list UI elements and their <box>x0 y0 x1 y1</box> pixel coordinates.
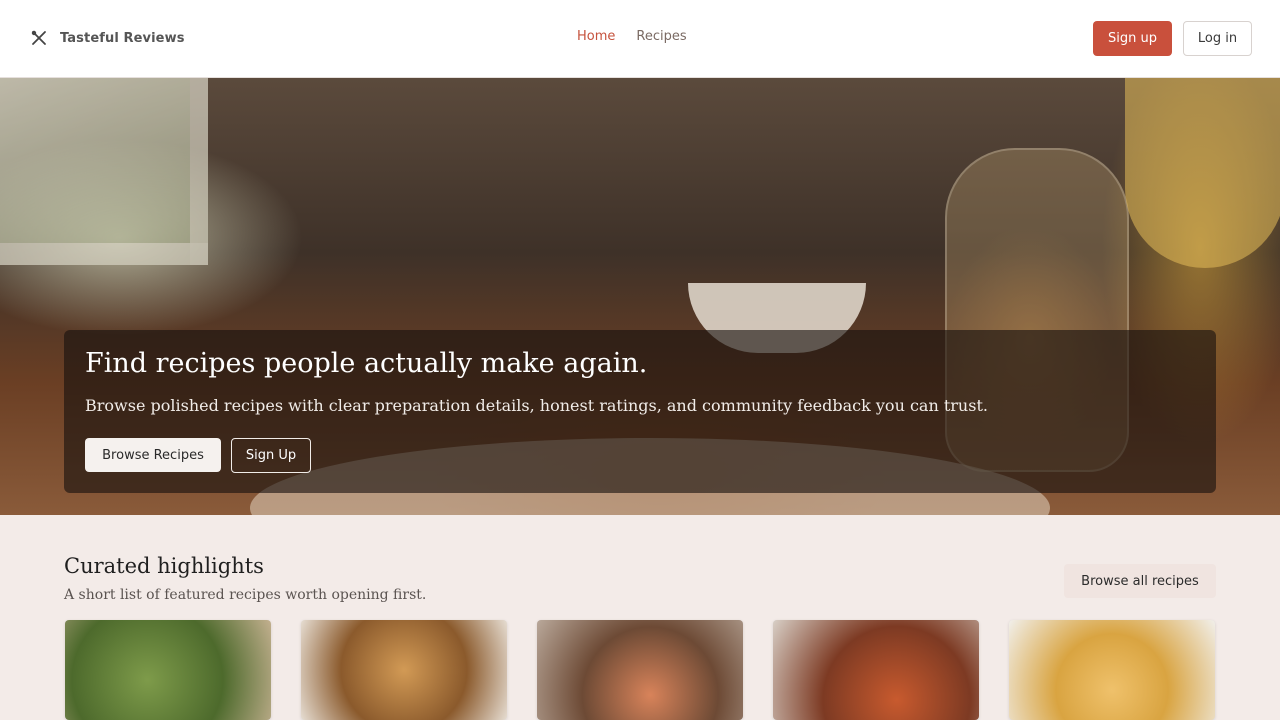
chocolate-chip-cookies-photo <box>301 620 507 720</box>
highlight-cards <box>65 620 1217 720</box>
main-nav: Home Recipes <box>577 29 687 44</box>
hero-background-window <box>0 78 208 265</box>
brand-name: Tasteful Reviews <box>60 30 185 46</box>
utensils-crossed-icon <box>31 30 46 45</box>
recipe-card[interactable] <box>65 620 271 720</box>
highlights-subtitle: A short list of featured recipes worth o… <box>64 587 427 603</box>
signup-button[interactable]: Sign up <box>1093 21 1172 56</box>
recipe-card[interactable] <box>1009 620 1215 720</box>
browse-all-recipes-button[interactable]: Browse all recipes <box>1064 564 1216 598</box>
top-navigation-bar: Tasteful Reviews Home Recipes Sign up Lo… <box>0 0 1280 78</box>
nav-recipes-link[interactable]: Recipes <box>636 29 686 44</box>
recipe-card[interactable] <box>301 620 507 720</box>
hero-title: Find recipes people actually make again. <box>85 348 648 379</box>
hero-banner: Find recipes people actually make again.… <box>0 78 1280 515</box>
recipe-card[interactable] <box>773 620 979 720</box>
brand[interactable]: Tasteful Reviews <box>30 29 185 47</box>
pancakes-photo <box>1009 620 1215 720</box>
hero-signup-button[interactable]: Sign Up <box>231 438 311 473</box>
highlights-title: Curated highlights <box>64 554 264 578</box>
salmon-bowl-photo <box>537 620 743 720</box>
lettuce-wraps-photo <box>65 620 271 720</box>
hero-subtitle: Browse polished recipes with clear prepa… <box>85 396 988 415</box>
browse-recipes-button[interactable]: Browse Recipes <box>85 438 221 472</box>
hero-background-wine-glass <box>1125 78 1280 268</box>
nav-home-link[interactable]: Home <box>577 29 615 44</box>
tomato-soup-photo <box>773 620 979 720</box>
login-button[interactable]: Log in <box>1183 21 1252 56</box>
hero-text-panel: Find recipes people actually make again.… <box>64 330 1216 493</box>
recipe-card[interactable] <box>537 620 743 720</box>
